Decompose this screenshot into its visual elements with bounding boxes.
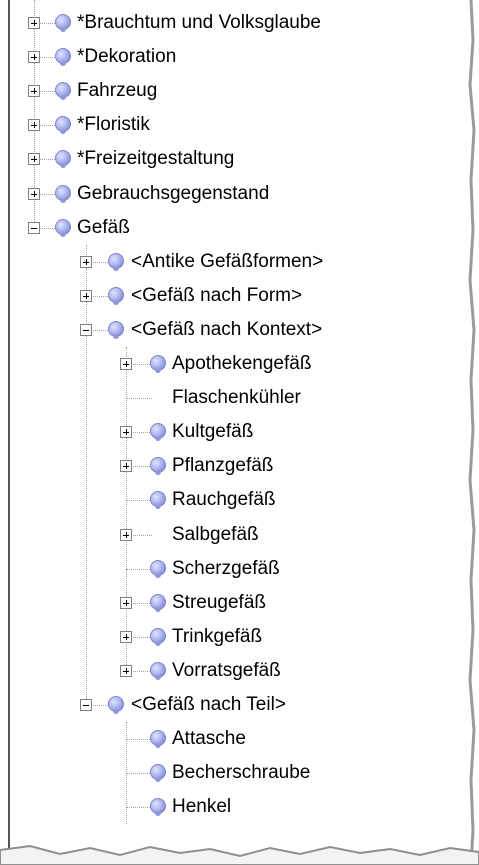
tree-item[interactable]: <Gefäß nach Form> — [0, 279, 460, 313]
expand-toggle-icon[interactable] — [120, 426, 132, 439]
tree-branch-line — [126, 398, 152, 400]
collapse-toggle-icon[interactable] — [80, 323, 92, 336]
tree-item-label[interactable]: *Freizeitgestaltung — [77, 149, 234, 169]
tree-item-label[interactable]: Attasche — [172, 729, 246, 749]
expand-toggle-icon[interactable] — [28, 17, 40, 30]
tree-item[interactable]: *Dekoration — [0, 40, 460, 74]
tree-item-label[interactable]: Streugefäß — [172, 592, 266, 613]
tree-item[interactable]: Trinkgefäß — [0, 620, 460, 654]
tree-item-label[interactable]: *Floristik — [77, 115, 150, 135]
category-node-icon — [150, 457, 166, 476]
category-node-icon — [150, 661, 166, 680]
tree-item[interactable]: Gefäß — [0, 211, 460, 245]
category-node-icon — [150, 559, 166, 578]
category-node-icon — [55, 48, 71, 67]
tree-item-label[interactable]: Gefäß — [77, 217, 130, 238]
tree-item-label[interactable]: <Gefäß nach Form> — [131, 285, 302, 306]
category-node-icon — [150, 491, 166, 510]
tree-item-label[interactable]: Henkel — [172, 797, 231, 817]
category-node-icon — [150, 627, 166, 646]
category-node-icon — [108, 252, 124, 271]
tree-item[interactable]: <Gefäß nach Teil> — [0, 688, 460, 722]
category-node-icon — [150, 764, 166, 783]
tree-item-label[interactable]: Flaschenkühler — [172, 388, 301, 408]
category-node-icon — [55, 218, 71, 237]
expand-toggle-icon[interactable] — [28, 153, 40, 166]
expand-toggle-icon[interactable] — [120, 664, 132, 677]
tree-item[interactable]: Streugefäß — [0, 586, 460, 620]
category-node-icon — [108, 696, 124, 715]
expand-toggle-icon[interactable] — [120, 630, 132, 643]
tree-item-label[interactable]: Pflanzgefäß — [172, 456, 273, 476]
tree-branch-line — [126, 500, 152, 502]
tree-item[interactable]: *Freizeitgestaltung — [0, 142, 460, 176]
tree-item[interactable]: Pflanzgefäß — [0, 449, 460, 483]
expand-toggle-icon[interactable] — [28, 51, 40, 64]
category-node-icon — [108, 286, 124, 305]
tree-item[interactable]: *Brauchtum und Volksglaube — [0, 6, 460, 40]
tree-item-label[interactable]: Vorratsgefäß — [172, 660, 281, 681]
tree-item-label[interactable]: Fahrzeug — [77, 81, 157, 101]
category-node-icon — [150, 423, 166, 442]
tree-branch-line — [126, 568, 152, 570]
tree-item[interactable]: Fahrzeug — [0, 74, 460, 108]
category-node-icon — [150, 730, 166, 749]
tree-item[interactable]: Henkel — [0, 790, 460, 824]
tree-item-label[interactable]: Gebrauchsgegenstand — [77, 183, 269, 204]
expand-toggle-icon[interactable] — [120, 528, 132, 541]
tree-item[interactable]: Attasche — [0, 722, 460, 756]
tree-item[interactable]: Flaschenkühler — [0, 381, 460, 415]
tree-item-label[interactable]: *Brauchtum und Volksglaube — [77, 13, 321, 33]
tree-item[interactable]: Vorratsgefäß — [0, 654, 460, 688]
category-node-icon — [55, 184, 71, 203]
tree-item[interactable]: Kultgefäß — [0, 415, 460, 449]
expand-toggle-icon[interactable] — [28, 85, 40, 98]
expand-toggle-icon[interactable] — [80, 289, 92, 302]
tree-item[interactable]: *Floristik — [0, 108, 460, 142]
collapse-toggle-icon[interactable] — [28, 221, 40, 234]
tree-item-label[interactable]: Rauchgefäß — [172, 490, 276, 510]
tree-view[interactable]: *Brauchtum und Volksglaube *Dekoration Fah… — [0, 0, 479, 865]
tree-item-label[interactable]: Salbgefäß — [172, 524, 259, 545]
category-node-icon — [55, 150, 71, 169]
tree-item-label[interactable]: <Gefäß nach Kontext> — [131, 319, 322, 340]
tree-branch-line — [126, 807, 152, 809]
category-node-icon — [55, 14, 71, 33]
expand-toggle-icon[interactable] — [120, 460, 132, 473]
tree-item-label[interactable]: <Gefäß nach Teil> — [131, 695, 286, 715]
tree-item[interactable]: Becherschraube — [0, 756, 460, 790]
expand-toggle-icon[interactable] — [120, 358, 132, 371]
category-node-icon — [55, 116, 71, 135]
collapse-toggle-icon[interactable] — [80, 699, 92, 712]
tree-item[interactable]: Salbgefäß — [0, 518, 460, 552]
category-node-icon — [150, 593, 166, 612]
tree-item[interactable]: <Gefäß nach Kontext> — [0, 313, 460, 347]
expand-toggle-icon[interactable] — [28, 119, 40, 132]
tree-item[interactable]: Gebrauchsgegenstand — [0, 177, 460, 211]
expand-toggle-icon[interactable] — [80, 255, 92, 268]
tree-item[interactable]: Apothekengefäß — [0, 347, 460, 381]
tree-item-label[interactable]: Apothekengefäß — [172, 354, 311, 374]
tree-item[interactable]: Rauchgefäß — [0, 483, 460, 517]
tree-item-label[interactable]: Scherzgefäß — [172, 558, 280, 579]
category-node-icon — [150, 355, 166, 374]
tree-branch-line — [126, 739, 152, 741]
category-node-icon — [55, 82, 71, 101]
tree-item[interactable]: <Antike Gefäßformen> — [0, 245, 460, 279]
category-node-icon — [150, 798, 166, 817]
tree-item-label[interactable]: Becherschraube — [172, 763, 310, 783]
tree-item-label[interactable]: *Dekoration — [77, 47, 176, 67]
expand-toggle-icon[interactable] — [28, 187, 40, 200]
category-node-icon — [108, 320, 124, 339]
tree-item[interactable]: Scherzgefäß — [0, 552, 460, 586]
tree-item-label[interactable]: Kultgefäß — [172, 422, 253, 442]
expand-toggle-icon[interactable] — [120, 596, 132, 609]
tree-branch-line — [126, 773, 152, 775]
torn-right-edge — [468, 0, 476, 865]
tree-item-label[interactable]: <Antike Gefäßformen> — [131, 251, 323, 272]
tree-item-label[interactable]: Trinkgefäß — [172, 626, 262, 647]
torn-bottom-edge — [0, 844, 479, 865]
